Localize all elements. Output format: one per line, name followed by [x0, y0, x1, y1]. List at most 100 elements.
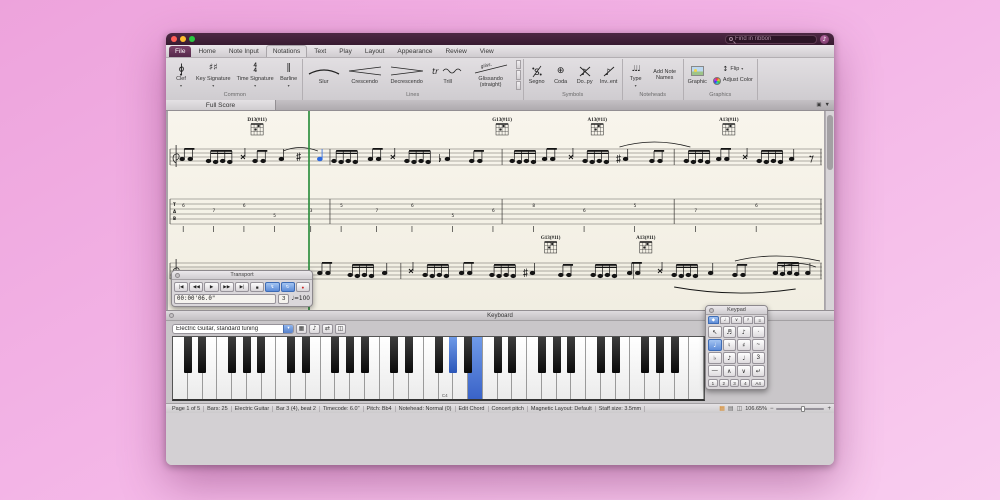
- piano-black-key[interactable]: [656, 337, 664, 373]
- stop-button[interactable]: ■: [250, 282, 264, 292]
- piano-black-key[interactable]: [641, 337, 649, 373]
- zoom-in-button[interactable]: +: [827, 406, 831, 412]
- piano-black-key[interactable]: [597, 337, 605, 373]
- keypad-key[interactable]: ♩: [737, 352, 751, 364]
- status-pitch[interactable]: Pitch: Bb4: [364, 406, 396, 412]
- glissando-button[interactable]: gliss. Glissando (straight): [469, 61, 513, 89]
- tab-appearance[interactable]: Appearance: [391, 46, 438, 57]
- keypad-page-3[interactable]: 3: [730, 379, 740, 387]
- piano-black-key[interactable]: [302, 337, 310, 373]
- piano-black-key[interactable]: [464, 337, 472, 373]
- coda-button[interactable]: ⊕ Coda: [550, 64, 572, 86]
- tab-review[interactable]: Review: [439, 46, 472, 57]
- keypad-key[interactable]: 3: [752, 352, 766, 364]
- panel-toggle-icon[interactable]: ▣: [816, 102, 821, 108]
- piano-black-key[interactable]: [405, 337, 413, 373]
- zoom-window-button[interactable]: [189, 36, 195, 42]
- keypad-page-4[interactable]: 4: [740, 379, 750, 387]
- close-panel-icon[interactable]: [169, 313, 174, 318]
- piano-black-key[interactable]: [449, 337, 457, 373]
- keypad-page-2[interactable]: 2: [719, 379, 729, 387]
- panels-view-icon[interactable]: ▦: [719, 406, 725, 412]
- find-in-ribbon-input[interactable]: [735, 36, 813, 42]
- keypad-key[interactable]: ·: [752, 326, 766, 338]
- piano-black-key[interactable]: [567, 337, 575, 373]
- score-vertical-scrollbar[interactable]: [825, 111, 834, 310]
- status-page[interactable]: Page 1 of 5: [169, 406, 204, 412]
- keypad-tab-articulations[interactable]: ♯: [743, 316, 754, 324]
- adjust-color-button[interactable]: Adjust Color: [711, 76, 755, 86]
- status-notehead[interactable]: Notehead: Normal (0): [396, 406, 456, 412]
- tab-text[interactable]: Text: [308, 46, 332, 57]
- piano-black-key[interactable]: [494, 337, 502, 373]
- notehead-type-button[interactable]: ♩♩♩ Type ▾: [625, 61, 647, 88]
- time-signature-button[interactable]: 44 Time Signature ▾: [235, 61, 276, 88]
- score-area[interactable]: D13(#11) G13(#11) A13(#11) A13(#11): [166, 111, 834, 310]
- keyboard-view-icon[interactable]: ▤: [728, 406, 734, 412]
- status-bars[interactable]: Bars: 25: [204, 406, 231, 412]
- keypad-key[interactable]: ♬: [723, 326, 737, 338]
- piano-black-key[interactable]: [198, 337, 206, 373]
- keypad-key[interactable]: ~: [752, 339, 766, 351]
- piano-black-key[interactable]: [538, 337, 546, 373]
- status-instrument[interactable]: Electric Guitar: [232, 406, 274, 412]
- status-edit-chord[interactable]: Edit Chord: [456, 406, 489, 412]
- copy-button[interactable]: ◫: [335, 324, 346, 334]
- close-panel-icon[interactable]: [175, 273, 180, 278]
- scrollbar-thumb[interactable]: [827, 115, 833, 170]
- decrescendo-button[interactable]: Decrescendo: [387, 64, 427, 86]
- replay-button[interactable]: ↻: [281, 282, 295, 292]
- keypad-page-1[interactable]: 1: [708, 379, 718, 387]
- tab-file[interactable]: File: [169, 46, 191, 57]
- keypad-key[interactable]: ♩: [708, 339, 722, 351]
- tab-layout[interactable]: Layout: [359, 46, 391, 57]
- zoom-out-button[interactable]: −: [770, 406, 774, 412]
- app-badge-icon[interactable]: ♪: [820, 35, 829, 44]
- note-input-mode-button[interactable]: ♪: [309, 324, 320, 334]
- piano-black-key[interactable]: [361, 337, 369, 373]
- instrument-select[interactable]: Electric Guitar, standard tuning ▾: [172, 324, 294, 334]
- tab-notations[interactable]: Notations: [266, 45, 307, 57]
- status-concert-pitch[interactable]: Concert pitch: [489, 406, 528, 412]
- add-note-names-button[interactable]: Add Note Names: [649, 68, 681, 82]
- piano-black-key[interactable]: [243, 337, 251, 373]
- rewind-button[interactable]: ◀◀: [189, 282, 203, 292]
- key-signature-button[interactable]: ♯♯ Key Signature ▾: [194, 61, 233, 88]
- close-window-button[interactable]: [171, 36, 177, 42]
- keypad-tab-accidentals[interactable]: ≡: [754, 316, 765, 324]
- barline-button[interactable]: ‖ Barline ▾: [278, 61, 300, 88]
- tab-note-input[interactable]: Note Input: [223, 46, 265, 57]
- piano-white-key[interactable]: [689, 337, 704, 399]
- slur-button[interactable]: Slur: [305, 64, 343, 86]
- keypad-key[interactable]: ↖: [708, 326, 722, 338]
- keypad-tab-beams[interactable]: ∨: [731, 316, 742, 324]
- keypad-key[interactable]: ♭: [708, 352, 722, 364]
- keypad-key[interactable]: ↵: [752, 365, 766, 377]
- graphic-button[interactable]: Graphic: [686, 64, 709, 86]
- status-timecode[interactable]: Timecode: 6.0": [320, 406, 364, 412]
- piano-black-key[interactable]: [257, 337, 265, 373]
- go-to-start-button[interactable]: |◀: [174, 282, 188, 292]
- pages-view-icon[interactable]: ◫: [737, 406, 743, 412]
- keypad-key[interactable]: —: [708, 365, 722, 377]
- keypad-key[interactable]: ∧: [723, 365, 737, 377]
- keypad-titlebar[interactable]: Keypad: [706, 306, 767, 315]
- tab-play[interactable]: Play: [333, 46, 358, 57]
- keypad-key[interactable]: ∨: [737, 365, 751, 377]
- flip-button[interactable]: ↕ Flip ▾: [711, 65, 755, 74]
- tab-full-score[interactable]: Full Score: [166, 100, 276, 110]
- scroll-keyboard-button[interactable]: ⇄: [322, 324, 333, 334]
- piano-black-key[interactable]: [390, 337, 398, 373]
- trill-button[interactable]: tr Trill: [429, 64, 467, 86]
- keypad-tab-common-notes[interactable]: ◆: [708, 316, 719, 324]
- tab-home[interactable]: Home: [192, 46, 221, 57]
- keypad-key[interactable]: ♪: [737, 326, 751, 338]
- segno-button[interactable]: S Segno: [526, 64, 548, 86]
- piano-black-key[interactable]: [346, 337, 354, 373]
- clef-button[interactable]: Clef ▾: [170, 61, 192, 88]
- tab-view[interactable]: View: [474, 46, 500, 57]
- zoom-slider-thumb[interactable]: [801, 406, 805, 412]
- record-button[interactable]: ●: [296, 282, 310, 292]
- piano-black-key[interactable]: [612, 337, 620, 373]
- keypad-key[interactable]: ♪: [723, 352, 737, 364]
